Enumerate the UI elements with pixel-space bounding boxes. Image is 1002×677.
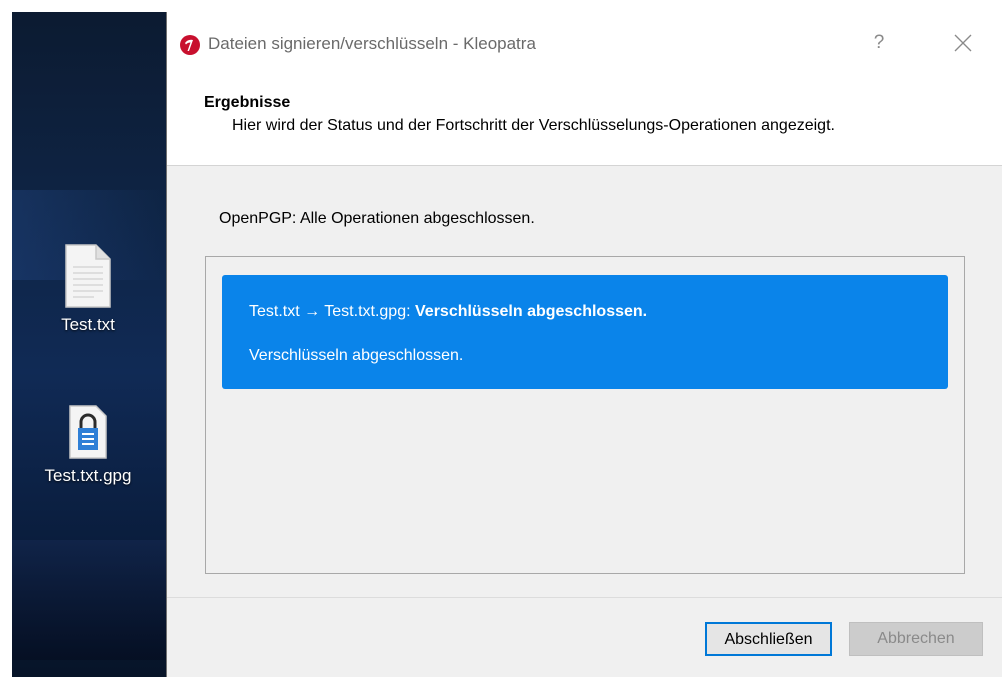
result-status: Verschlüsseln abgeschlossen. <box>415 303 648 320</box>
cancel-button[interactable]: Abbrechen <box>849 622 983 656</box>
title-bar[interactable]: Dateien signieren/verschlüsseln - Kleopa… <box>167 12 1002 76</box>
kleopatra-app-icon <box>180 35 200 55</box>
close-button[interactable] <box>948 28 978 58</box>
result-summary: Test.txt → Test.txt.gpg: Verschlüsseln a… <box>249 303 647 321</box>
encrypt-dialog: Dateien signieren/verschlüsseln - Kleopa… <box>166 12 1002 677</box>
window-title: Dateien signieren/verschlüsseln - Kleopa… <box>208 34 536 53</box>
finish-button[interactable]: Abschließen <box>705 622 832 656</box>
result-detail: Verschlüsseln abgeschlossen. <box>249 347 464 364</box>
wizard-header: Ergebnisse Hier wird der Status und der … <box>167 76 1002 166</box>
desktop-icon-test-txt[interactable]: Test.txt <box>28 243 148 335</box>
overall-status-text: OpenPGP: Alle Operationen abgeschlossen. <box>219 210 535 227</box>
encrypted-file-icon <box>69 405 107 459</box>
desktop-icon-test-txt-gpg[interactable]: Test.txt.gpg <box>28 404 148 486</box>
results-list[interactable]: Test.txt → Test.txt.gpg: Verschlüsseln a… <box>205 256 965 574</box>
screenshot-border-left <box>0 0 12 677</box>
page-subtitle: Hier wird der Status und der Fortschritt… <box>232 117 835 134</box>
result-files: Test.txt → Test.txt.gpg: <box>249 303 411 320</box>
text-file-icon <box>65 244 111 308</box>
screenshot-border-top <box>0 0 1002 12</box>
close-icon <box>954 34 972 52</box>
desktop-icon-label: Test.txt <box>61 315 115 334</box>
footer-divider <box>167 597 1002 598</box>
desktop-icon-label: Test.txt.gpg <box>44 466 132 485</box>
help-button[interactable]: ? <box>864 28 894 58</box>
desktop-taskbar-area <box>0 540 170 660</box>
result-list-item[interactable]: Test.txt → Test.txt.gpg: Verschlüsseln a… <box>222 275 948 389</box>
page-title: Ergebnisse <box>204 94 291 111</box>
